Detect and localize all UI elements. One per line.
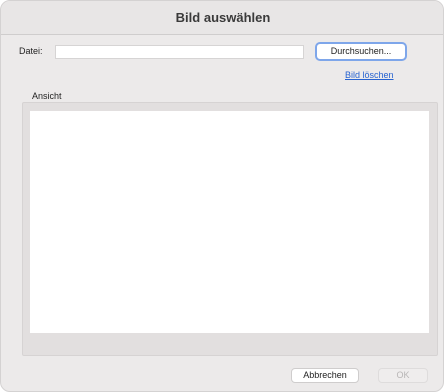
preview-label: Ansicht bbox=[32, 91, 62, 101]
file-path-input[interactable] bbox=[55, 45, 304, 59]
cancel-button[interactable]: Abbrechen bbox=[291, 368, 359, 383]
ok-button[interactable]: OK bbox=[378, 368, 428, 383]
file-label: Datei: bbox=[19, 46, 43, 56]
dialog-title: Bild auswählen bbox=[175, 10, 271, 25]
browse-button[interactable]: Durchsuchen... bbox=[315, 42, 407, 61]
title-bar: Bild auswählen bbox=[1, 1, 443, 35]
delete-image-link[interactable]: Bild löschen bbox=[345, 70, 394, 80]
image-select-dialog: Bild auswählen Datei: Durchsuchen... Bil… bbox=[0, 0, 444, 392]
image-preview-area bbox=[30, 111, 429, 333]
